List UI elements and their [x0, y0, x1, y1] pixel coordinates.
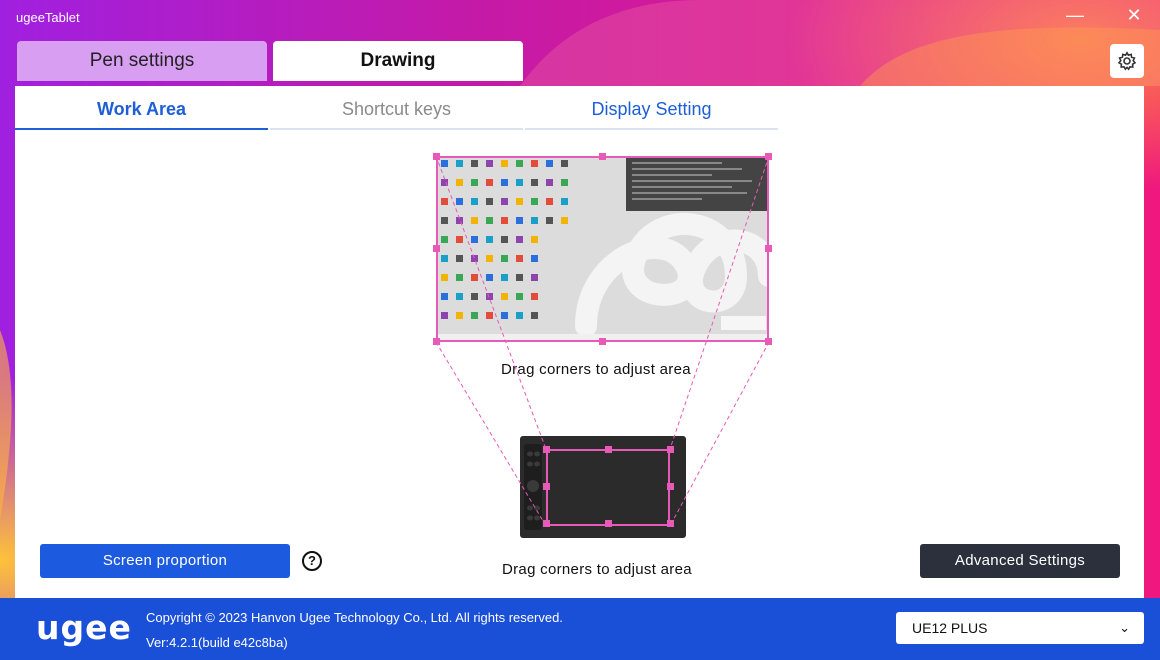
tablet-area-caption: Drag corners to adjust area: [502, 561, 692, 578]
advanced-settings-button[interactable]: Advanced Settings: [920, 544, 1120, 578]
window-title: ugeeTablet: [16, 10, 80, 25]
device-select[interactable]: UE12 PLUS ⌄: [896, 612, 1144, 644]
screen-proportion-button[interactable]: Screen proportion: [40, 544, 290, 578]
settings-gear-icon: [1117, 51, 1137, 71]
tab-pen-settings[interactable]: Pen settings: [17, 41, 267, 81]
close-icon[interactable]: ✕: [1119, 4, 1149, 26]
settings-button[interactable]: [1110, 44, 1144, 78]
mapping-lines: [435, 155, 770, 527]
help-icon[interactable]: ?: [302, 551, 322, 571]
chevron-down-icon: ⌄: [1119, 620, 1130, 635]
footer: ugee Copyright © 2023 Hanvon Ugee Techno…: [0, 598, 1160, 660]
copyright-text: Copyright © 2023 Hanvon Ugee Technology …: [146, 610, 563, 625]
version-text: Ver:4.2.1(build e42c8ba): [146, 635, 288, 650]
device-select-value: UE12 PLUS: [912, 620, 988, 636]
main-panel: Work Area Shortcut keys Display Setting …: [15, 86, 1144, 598]
ugee-logo: ugee: [36, 608, 132, 647]
tab-drawing[interactable]: Drawing: [273, 41, 523, 81]
minimize-icon[interactable]: —: [1060, 4, 1090, 26]
